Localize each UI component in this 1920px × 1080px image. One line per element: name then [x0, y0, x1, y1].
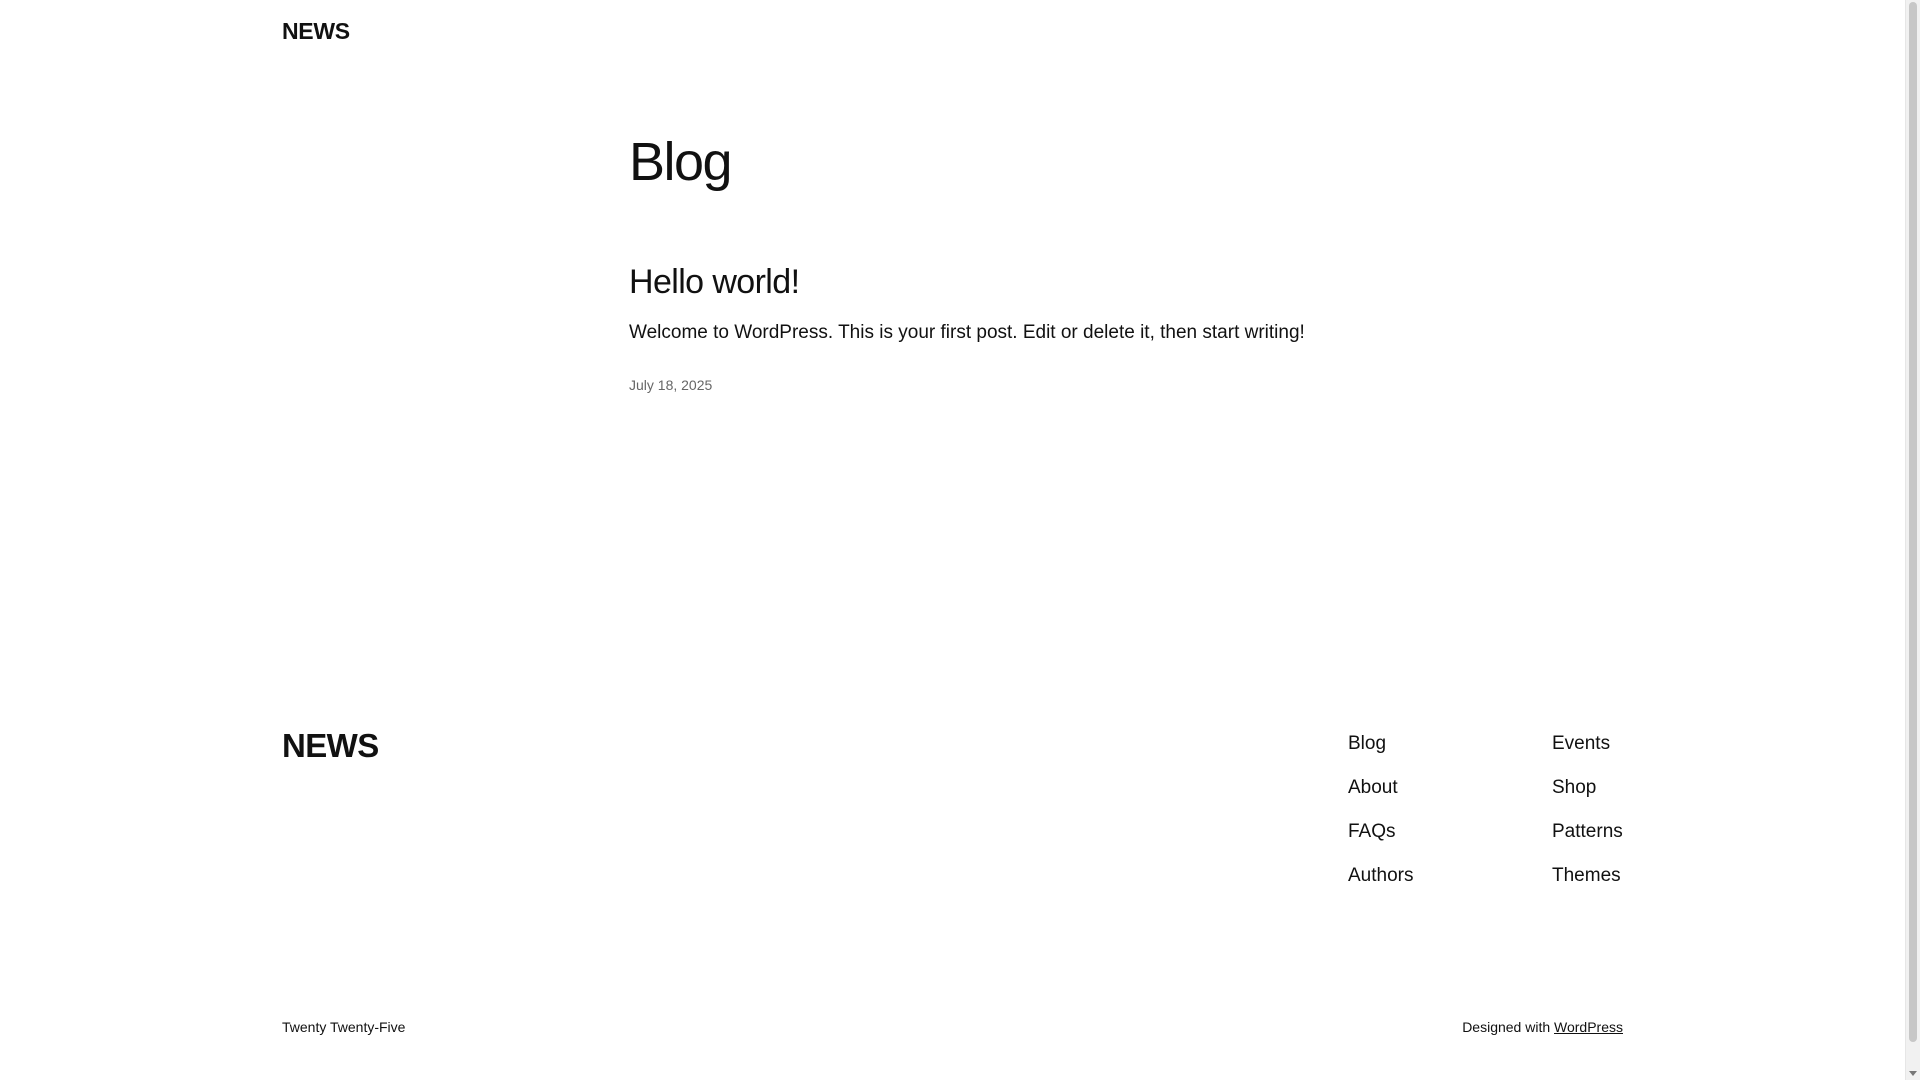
vertical-scrollbar[interactable]: [1905, 0, 1920, 1080]
post-title-link[interactable]: Hello world!: [629, 262, 1329, 303]
designed-with-text: Designed with: [1462, 1019, 1551, 1035]
footer-nav-item-themes[interactable]: Themes: [1552, 862, 1623, 906]
footer-nav-item-shop[interactable]: Shop: [1552, 774, 1623, 818]
page-title: Blog: [629, 132, 733, 192]
post-excerpt: Welcome to WordPress. This is your first…: [629, 321, 1305, 343]
footer-credit: Designed with WordPress: [1462, 1019, 1623, 1035]
site-header: NEWS: [282, 18, 350, 45]
scrollbar-thumb[interactable]: [1909, 2, 1917, 1042]
scroll-down-arrow-icon[interactable]: [1909, 1071, 1917, 1076]
page: NEWS Blog Hello world! Welcome to WordPr…: [0, 0, 1905, 1080]
post-item: Hello world! Welcome to WordPress. This …: [629, 262, 1329, 393]
footer-nav-item-authors[interactable]: Authors: [1348, 862, 1413, 906]
footer-nav-column-1: Blog About FAQs Authors: [1348, 730, 1413, 906]
wordpress-link[interactable]: WordPress: [1554, 1019, 1623, 1035]
footer-nav-label: Patterns: [1552, 821, 1623, 842]
footer-nav-label: Authors: [1348, 865, 1414, 886]
footer-nav-label: Themes: [1552, 865, 1621, 886]
footer-nav-label: Shop: [1552, 777, 1597, 798]
footer-nav-item-blog[interactable]: Blog: [1348, 730, 1413, 774]
footer-nav-item-faqs[interactable]: FAQs: [1348, 818, 1413, 862]
footer-nav-label: FAQs: [1348, 821, 1396, 842]
footer-nav-item-events[interactable]: Events: [1552, 730, 1623, 774]
post-date: July 18, 2025: [629, 377, 713, 394]
site-title-link[interactable]: NEWS: [282, 18, 350, 44]
main-content: Blog Hello world! Welcome to WordPress. …: [629, 130, 1329, 393]
footer-nav-label: About: [1348, 777, 1398, 798]
theme-name-text: Twenty Twenty-Five: [282, 1019, 406, 1035]
footer-nav-item-about[interactable]: About: [1348, 774, 1413, 818]
footer-site-title-link[interactable]: NEWS: [282, 727, 379, 765]
footer-nav-label: Events: [1552, 733, 1611, 754]
footer-nav-column-2: Events Shop Patterns Themes: [1552, 730, 1623, 906]
footer-nav-label: Blog: [1348, 733, 1387, 754]
footer-nav-item-patterns[interactable]: Patterns: [1552, 818, 1623, 862]
